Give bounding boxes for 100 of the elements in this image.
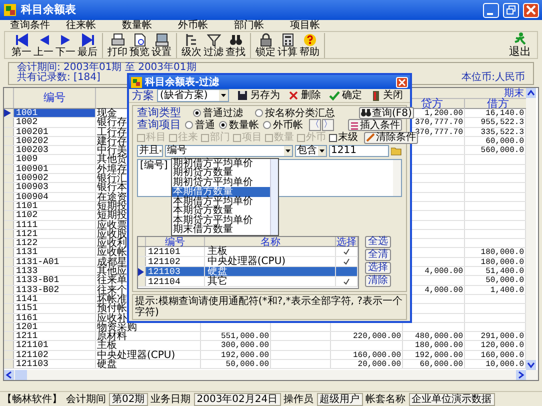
radio-option[interactable]: 数量帐 xyxy=(219,118,259,132)
toolbar-button[interactable]: 查找 xyxy=(225,32,246,58)
scroll-right-icon[interactable] xyxy=(516,370,526,380)
status-label: 操作员 xyxy=(282,392,315,406)
table-row[interactable]: 121103 硬盘 xyxy=(138,267,358,277)
close-icon[interactable] xyxy=(396,76,408,88)
table-cell: 121104 xyxy=(146,277,206,286)
nav-button[interactable]: 〈 xyxy=(309,119,321,131)
scheme-label: 方案 xyxy=(132,90,154,102)
query-button[interactable]: 查询(F8) xyxy=(359,107,414,119)
toolbar-button[interactable]: 计算 xyxy=(277,32,298,58)
toolbar-button[interactable]: 级次 xyxy=(181,32,202,58)
radio-icon[interactable] xyxy=(185,121,193,129)
scroll-up-icon[interactable] xyxy=(526,88,536,98)
operator-dropdown[interactable]: 包含 xyxy=(295,144,327,156)
minimize-icon[interactable] xyxy=(483,2,499,18)
scroll-down-icon[interactable] xyxy=(526,360,536,370)
table-row[interactable]: 121101 主板 xyxy=(138,247,358,257)
radio-icon[interactable] xyxy=(263,121,271,129)
table-cell: 20,000.00 xyxy=(331,360,403,368)
insert-icon xyxy=(350,120,359,130)
column-header: 借方 xyxy=(487,99,509,109)
toolbar-button[interactable]: 另存为 xyxy=(237,90,280,101)
table-cell: 1151 xyxy=(14,304,96,313)
menu-item[interactable]: 往来帐 xyxy=(66,20,122,31)
nav-button[interactable]: 〉 xyxy=(322,119,334,131)
table-cell: 100902 xyxy=(14,174,96,182)
toolbar-button[interactable]: 过滤 xyxy=(203,32,224,58)
table-cell: 中央处理器(CPU) xyxy=(96,350,201,360)
horizontal-scrollbar[interactable] xyxy=(4,370,538,380)
side-button[interactable]: 选择 xyxy=(365,262,391,274)
menu-item[interactable]: 部门帐 xyxy=(234,20,290,31)
scroll-left-icon[interactable] xyxy=(4,370,14,380)
door-icon xyxy=(370,90,381,101)
table-cell: 1201 xyxy=(14,322,96,332)
running-person-icon xyxy=(513,32,527,46)
radio-icon[interactable] xyxy=(193,109,201,117)
table-cell: 1211 xyxy=(14,332,96,340)
window-title: 科目余额表 xyxy=(21,2,77,18)
toolbar-button[interactable]: 帮助 xyxy=(299,32,320,58)
toolbar-button[interactable]: 预览 xyxy=(129,32,150,58)
table-cell: 硬盘 xyxy=(205,267,336,276)
side-button[interactable]: 全清 xyxy=(365,249,391,261)
scheme-dropdown[interactable]: (缺省方案) xyxy=(157,89,229,102)
side-button[interactable]: 清除 xyxy=(365,275,391,287)
folder-icon[interactable] xyxy=(391,146,402,156)
value-field[interactable]: 1211 xyxy=(329,144,389,156)
menu-item[interactable]: 数量帐 xyxy=(122,20,178,31)
checkbox-option: 部门 xyxy=(201,130,230,145)
checkmark-icon xyxy=(329,90,340,101)
radio-option[interactable]: 按名称分类汇总 xyxy=(255,106,335,120)
logic-dropdown[interactable]: 并且 xyxy=(137,144,163,156)
toolbar-button[interactable]: 关闭 xyxy=(370,90,403,101)
toolbar-button[interactable]: 删除 xyxy=(288,90,321,101)
table-cell: 220,000.00 xyxy=(331,332,403,340)
app-icon xyxy=(3,3,17,17)
menu-item[interactable]: 查询条件 xyxy=(10,20,66,31)
table-cell: 100901 xyxy=(14,164,96,174)
side-button[interactable]: 全选 xyxy=(365,236,391,248)
toolbar-button[interactable]: 第一 xyxy=(11,32,32,58)
radio-icon[interactable] xyxy=(219,121,227,129)
checkbox-icon[interactable] xyxy=(329,134,337,142)
field-dropdown[interactable]: 编号 xyxy=(165,144,293,156)
radio-icon[interactable] xyxy=(255,109,263,117)
close-icon[interactable] xyxy=(523,2,539,18)
table-cell: 1002 xyxy=(14,118,96,127)
status-label: 【畅林软件】 xyxy=(1,392,63,406)
toolbar-button[interactable]: 上一 xyxy=(33,32,54,58)
menu-item[interactable]: 项目帐 xyxy=(290,20,346,31)
help-icon xyxy=(302,32,316,46)
table-cell: 1133-B01 xyxy=(14,276,96,285)
table-cell: 50,000.00 xyxy=(201,360,271,368)
table-cell: 551,000.00 xyxy=(201,332,271,340)
table-row[interactable]: 121104 其它 xyxy=(138,277,358,287)
caret-icon xyxy=(318,146,326,156)
scroll-thumb[interactable] xyxy=(15,370,27,380)
expression-scrollbar[interactable] xyxy=(393,160,401,196)
table-cell: 1101 xyxy=(14,202,96,210)
checkbox-option[interactable]: 末级 xyxy=(329,130,358,145)
record-count-text: 共有记录数: [184] xyxy=(17,73,100,83)
insert-condition-button[interactable]: 插入条件 xyxy=(348,119,402,131)
restore-icon[interactable] xyxy=(503,2,519,18)
toolbar-button[interactable]: 打印 xyxy=(107,32,128,58)
toolbar-button[interactable]: 最后 xyxy=(77,32,98,58)
menu-item[interactable]: 外币帐 xyxy=(178,20,234,31)
vertical-scrollbar[interactable] xyxy=(526,88,536,370)
dialog-title: 科目余额表-过滤 xyxy=(145,76,220,88)
radio-option[interactable]: 外币帐 xyxy=(263,118,303,132)
exit-button[interactable]: 退出 xyxy=(509,32,531,58)
clear-condition-button[interactable]: 清除条件 xyxy=(364,132,418,144)
table-row[interactable]: 121102 中央处理器(CPU) xyxy=(138,257,358,267)
toolbar-button[interactable]: 设置 xyxy=(151,32,172,58)
table-cell: 180,000.00 xyxy=(403,341,465,350)
list-scrollbar[interactable] xyxy=(270,158,278,234)
column-header: 选择 xyxy=(336,237,358,246)
toolbar-button[interactable]: 下一 xyxy=(55,32,76,58)
checkbox-option: 数量 xyxy=(265,130,294,145)
toolbar-button[interactable]: 锁定 xyxy=(255,32,276,58)
toolbar-button[interactable]: 确定 xyxy=(329,90,362,101)
period-text: 会计期间: 2003年01期 至 2003年01期 xyxy=(17,63,196,73)
